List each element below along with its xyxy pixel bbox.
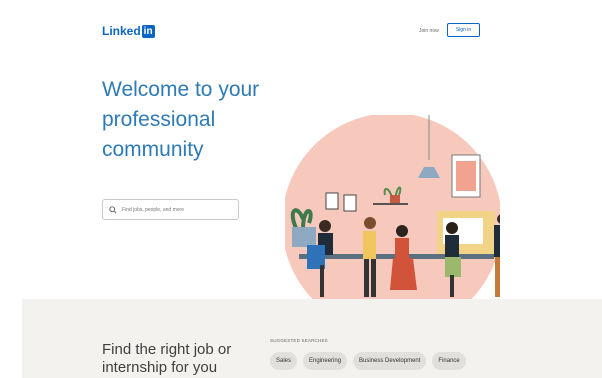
join-now-link[interactable]: Join now	[419, 28, 439, 34]
linkedin-logo[interactable]: Linked in	[102, 24, 155, 38]
suggested-chips: Sales Engineering Business Development F…	[270, 352, 466, 370]
suggested-searches-label: SUGGESTED SEARCHES	[270, 338, 328, 343]
chip-engineering[interactable]: Engineering	[303, 352, 348, 370]
sign-in-button[interactable]: Sign in	[447, 23, 480, 37]
chip-business-development[interactable]: Business Development	[353, 352, 427, 370]
hero-headline: Welcome to your professional community	[102, 78, 260, 161]
search-box[interactable]	[102, 199, 239, 220]
chip-sales[interactable]: Sales	[270, 352, 298, 370]
search-input[interactable]	[120, 205, 234, 214]
jobs-section-title: Find the right job or internship for you	[102, 341, 232, 376]
search-icon	[109, 205, 117, 214]
chip-finance[interactable]: Finance	[432, 352, 466, 370]
logo-badge: in	[141, 24, 155, 38]
logo-text: Linked	[102, 24, 141, 38]
